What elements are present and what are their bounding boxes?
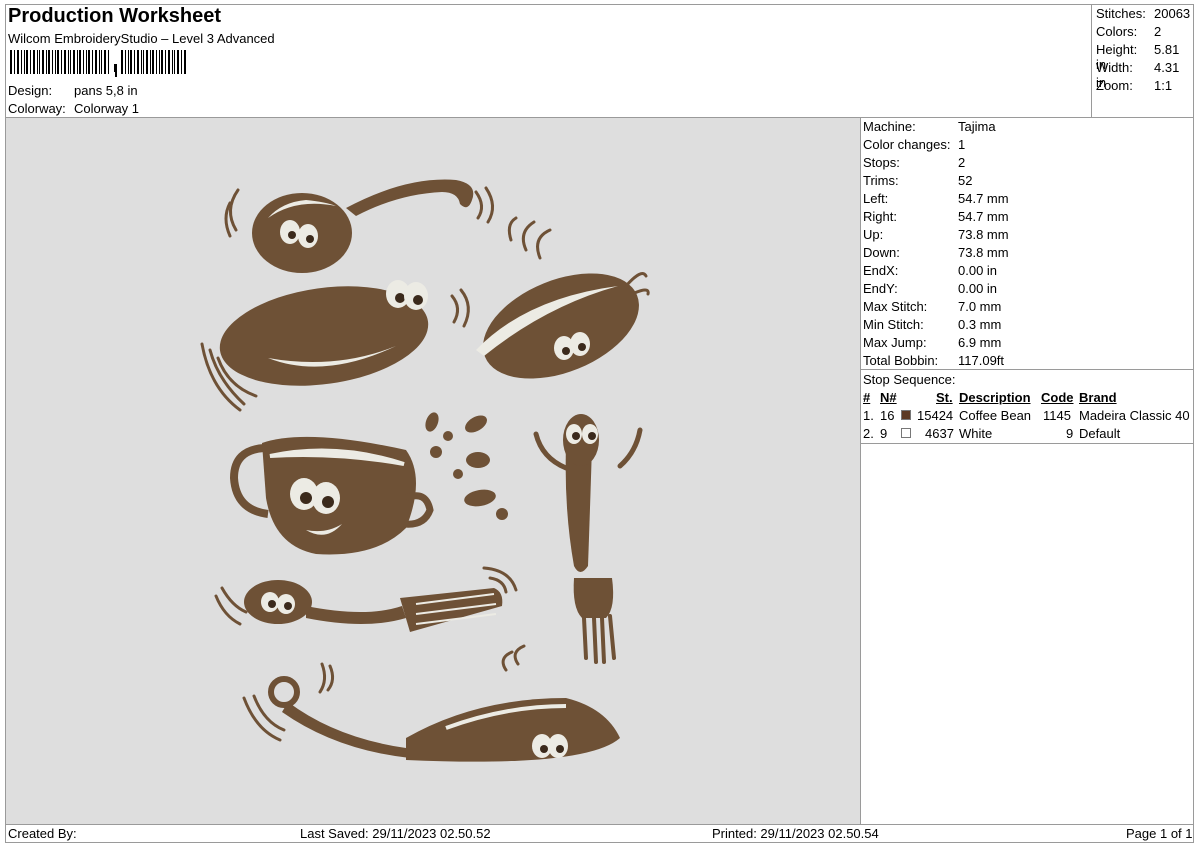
endx-value: 0.00 in xyxy=(958,263,998,278)
max-jump-value: 6.9 mm xyxy=(958,335,1002,350)
endy-value: 0.00 in xyxy=(958,281,998,296)
trims-row: Trims: 52 xyxy=(863,173,972,188)
zoom-label: Zoom: xyxy=(1096,78,1133,93)
total-bobbin-value: 117.09ft xyxy=(958,353,1005,368)
row-number: 2. xyxy=(863,426,874,441)
zoom-row: Zoom: 1:1 xyxy=(1096,78,1192,93)
right-value: 54.7 mm xyxy=(958,209,1009,224)
stops-value: 2 xyxy=(958,155,966,170)
colorway-value: Colorway 1 xyxy=(74,101,140,116)
fork-character xyxy=(533,414,643,664)
col-header-num: # xyxy=(863,390,871,405)
software-name: Wilcom EmbroideryStudio – Level 3 Advanc… xyxy=(8,31,275,46)
row-stitches: 4637 xyxy=(925,426,954,441)
summary-panel: Stitches: 20063 Colors: 2 Height: 5.81 in W… xyxy=(1091,4,1195,117)
colors-row: Colors: 2 xyxy=(1096,24,1192,39)
up-label: Up: xyxy=(863,227,884,242)
stops-row: Stops: 2 xyxy=(863,155,965,170)
max-jump-label: Max Jump: xyxy=(863,335,927,350)
row-code: 1145 xyxy=(1043,408,1071,423)
zoom-value: 1:1 xyxy=(1154,78,1173,93)
stop-sequence-divider xyxy=(861,369,1194,370)
left-value: 54.7 mm xyxy=(958,191,1009,206)
colorway-row: Colorway: Colorway 1 xyxy=(8,101,139,116)
page-title: Production Worksheet xyxy=(8,5,221,27)
col-header-needle: N# xyxy=(880,390,897,405)
right-label: Right: xyxy=(863,209,897,224)
last-saved: Last Saved: 29/11/2023 02.50.52 xyxy=(300,826,491,841)
stitches-label: Stitches: xyxy=(1096,6,1146,21)
stop-sequence-end-divider xyxy=(861,443,1194,444)
max-jump-row: Max Jump: 6.9 mm xyxy=(863,335,1001,350)
color-changes-label: Color changes: xyxy=(863,137,951,152)
col-header-brand: Brand xyxy=(1079,390,1117,405)
down-row: Down: 73.8 mm xyxy=(863,245,1009,260)
col-header-code: Code xyxy=(1041,390,1074,405)
page-number: Page 1 of 1 xyxy=(1126,826,1193,841)
pan-character xyxy=(476,216,650,379)
row-number: 1. xyxy=(863,408,874,423)
width-label: Width: xyxy=(1096,60,1133,75)
row-brand: Default xyxy=(1079,426,1121,441)
height-label: Height: xyxy=(1096,42,1138,57)
color-changes-row: Color changes: 1 xyxy=(863,137,965,152)
created-by: Created By: xyxy=(8,826,77,841)
min-stitch-row: Min Stitch: 0.3 mm xyxy=(863,317,1001,332)
up-value: 73.8 mm xyxy=(958,227,1009,242)
col-header-stitches: St. xyxy=(936,390,953,405)
machine-value: Tajima xyxy=(958,119,996,134)
colors-value: 2 xyxy=(1154,24,1162,39)
endy-row: EndY: 0.00 in xyxy=(863,281,997,296)
down-value: 73.8 mm xyxy=(958,245,1009,260)
max-stitch-row: Max Stitch: 7.0 mm xyxy=(863,299,1001,314)
total-bobbin-label: Total Bobbin: xyxy=(863,353,939,368)
thread-color-swatch xyxy=(901,428,911,438)
down-label: Down: xyxy=(863,245,900,260)
left-label: Left: xyxy=(863,191,889,206)
cup-character xyxy=(229,412,508,555)
thread-color-swatch xyxy=(901,410,911,420)
left-row: Left: 54.7 mm xyxy=(863,191,1009,206)
design-label: Design: xyxy=(8,83,53,98)
row-code: 9 xyxy=(1066,426,1074,441)
max-stitch-value: 7.0 mm xyxy=(958,299,1002,314)
design-row: Design: pans 5,8 in xyxy=(8,83,138,98)
min-stitch-label: Min Stitch: xyxy=(863,317,924,332)
stitches-value: 20063 xyxy=(1154,6,1191,21)
stitches-row: Stitches: 20063 xyxy=(1096,6,1192,21)
row-stitches: 15424 xyxy=(917,408,954,423)
embroidery-design xyxy=(200,179,650,762)
spatula-character xyxy=(244,580,503,632)
trims-label: Trims: xyxy=(863,173,899,188)
total-bobbin-row: Total Bobbin: 117.09ft xyxy=(863,353,1004,368)
machine-label: Machine: xyxy=(863,119,916,134)
barcode xyxy=(10,50,186,77)
right-row: Right: 54.7 mm xyxy=(863,209,1009,224)
colors-label: Colors: xyxy=(1096,24,1138,39)
up-row: Up: 73.8 mm xyxy=(863,227,1009,242)
trims-value: 52 xyxy=(958,173,973,188)
endx-row: EndX: 0.00 in xyxy=(863,263,997,278)
stop-sequence-title: Stop Sequence: xyxy=(863,372,956,387)
spoon-character xyxy=(252,179,474,273)
col-header-description: Description xyxy=(959,390,1031,405)
design-preview xyxy=(6,118,861,824)
footer-divider xyxy=(5,824,1194,825)
design-value: pans 5,8 in xyxy=(74,83,138,98)
plate-character xyxy=(219,280,429,386)
max-stitch-label: Max Stitch: xyxy=(863,299,928,314)
row-brand: Madeira Classic 40 xyxy=(1079,408,1190,423)
row-description: Coffee Bean xyxy=(959,408,1032,423)
machine-row: Machine: Tajima xyxy=(863,119,996,134)
color-changes-value: 1 xyxy=(958,137,966,152)
endy-label: EndY: xyxy=(863,281,898,296)
row-needle: 9 xyxy=(880,426,888,441)
endx-label: EndX: xyxy=(863,263,899,278)
row-description: White xyxy=(959,426,993,441)
printed-date: Printed: 29/11/2023 02.50.54 xyxy=(712,826,879,841)
min-stitch-value: 0.3 mm xyxy=(958,317,1002,332)
row-needle: 16 xyxy=(880,408,895,423)
stops-label: Stops: xyxy=(863,155,900,170)
colorway-label: Colorway: xyxy=(8,101,66,116)
